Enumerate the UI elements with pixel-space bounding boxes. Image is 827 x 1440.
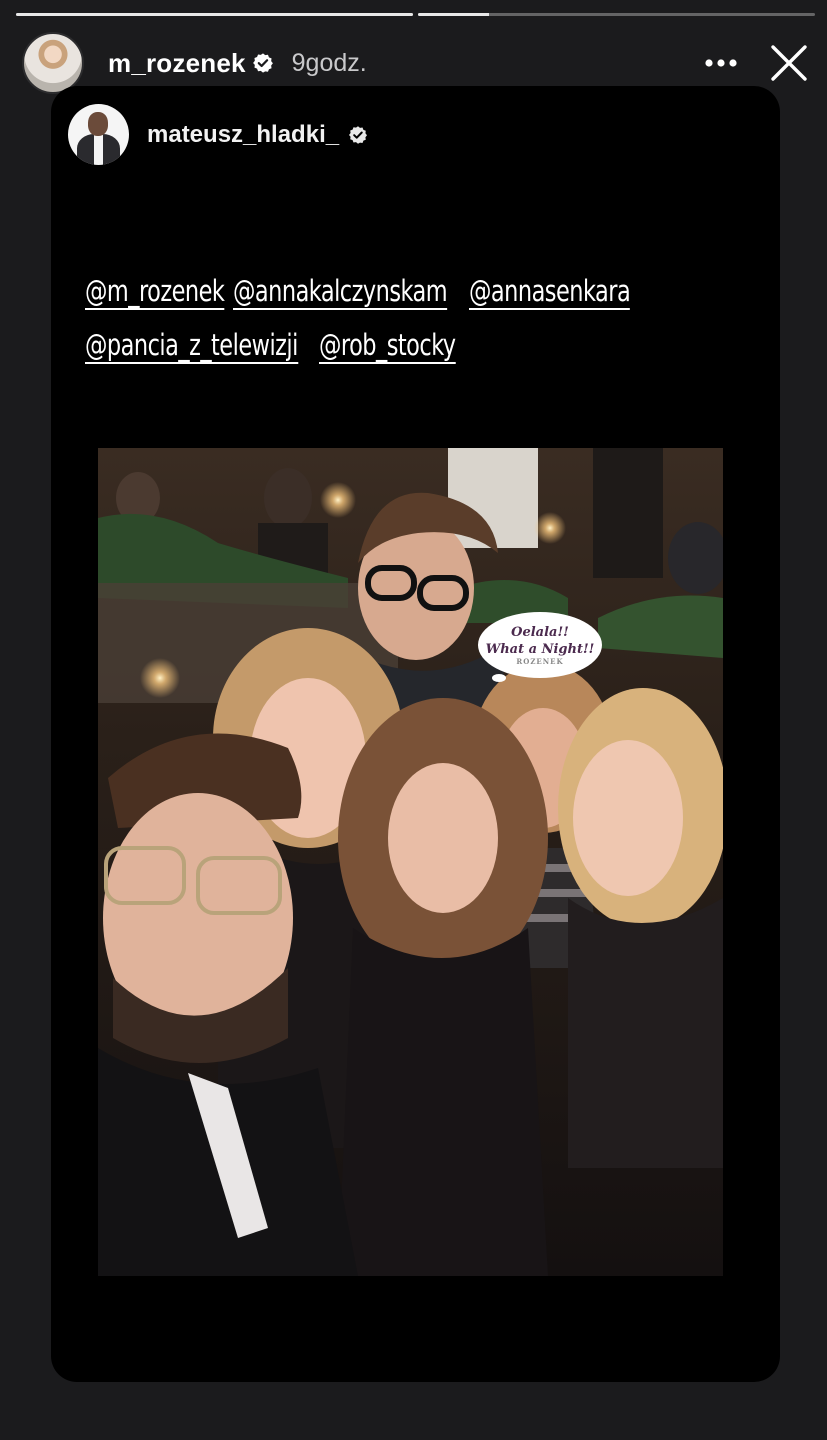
ellipsis-icon xyxy=(705,59,737,67)
mention-link[interactable]: @rob_stocky xyxy=(318,330,456,364)
progress-segment xyxy=(16,13,413,16)
verified-badge-icon xyxy=(349,125,368,144)
story-time-ago: 9godz. xyxy=(291,48,367,77)
story-progress xyxy=(16,13,815,16)
mention-link[interactable]: @pancia_z_telewizji xyxy=(85,330,298,364)
sticker-line-2: What a Night!! xyxy=(485,642,595,657)
sticker-bubble: Oelala!! What a Night!! ROZENEK xyxy=(478,612,602,678)
sticker-tail xyxy=(492,674,506,682)
close-icon xyxy=(771,45,807,81)
mention-row: @m_rozenek @annakalczynskam @annasenkara xyxy=(85,264,755,318)
story-username[interactable]: m_rozenek xyxy=(108,48,246,79)
mention-link[interactable]: @annasenkara xyxy=(468,276,630,310)
shared-post-username[interactable]: mateusz_hladki_ xyxy=(147,121,339,149)
close-button[interactable] xyxy=(767,41,811,85)
more-options-button[interactable] xyxy=(699,41,743,85)
mention-link[interactable]: @m_rozenek xyxy=(85,276,225,310)
verified-badge-icon xyxy=(252,53,273,73)
speech-bubble-sticker[interactable]: Oelala!! What a Night!! ROZENEK xyxy=(478,612,602,684)
story-viewer: m_rozenek 9godz. mateusz_hladki_ @m_roze… xyxy=(0,0,827,1440)
avatar[interactable] xyxy=(22,32,84,94)
progress-segment xyxy=(418,13,815,16)
mention-link[interactable]: @annakalczynskam xyxy=(233,276,448,310)
sticker-brand: ROZENEK xyxy=(516,657,564,666)
shared-post-avatar[interactable] xyxy=(68,104,129,165)
shared-post-header: mateusz_hladki_ xyxy=(68,104,368,165)
mention-row: @pancia_z_telewizji @rob_stocky xyxy=(85,318,755,372)
photo-illustration xyxy=(98,448,723,1276)
shared-post-card[interactable]: mateusz_hladki_ @m_rozenek @annakalczyns… xyxy=(51,86,780,1382)
mention-list: @m_rozenek @annakalczynskam @annasenkara… xyxy=(85,264,755,372)
group-selfie-photo[interactable]: Oelala!! What a Night!! ROZENEK xyxy=(98,448,723,1276)
sticker-line-1: Oelala!! xyxy=(511,625,569,640)
